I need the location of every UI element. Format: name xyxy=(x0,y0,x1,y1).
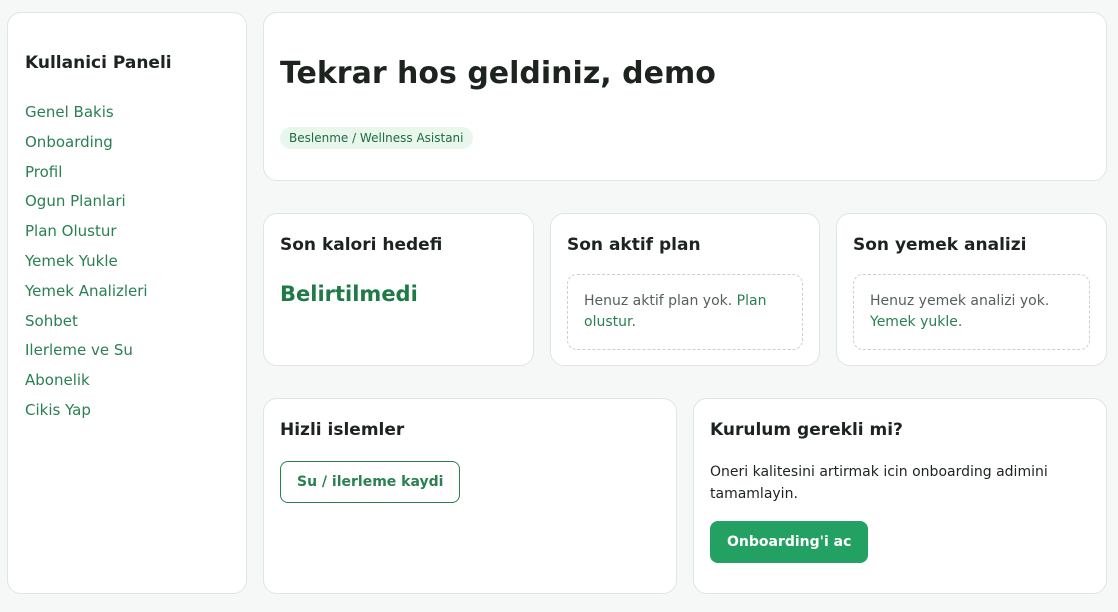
sidebar-item-sohbet[interactable]: Sohbet xyxy=(25,312,229,331)
meal-analysis-empty-state: Henuz yemek analizi yok. Yemek yukle. xyxy=(853,274,1090,350)
meal-analysis-card: Son yemek analizi Henuz yemek analizi yo… xyxy=(836,213,1107,366)
sidebar-item-abonelik[interactable]: Abonelik xyxy=(25,371,229,390)
calorie-target-value: Belirtilmedi xyxy=(280,282,418,306)
sidebar-item-cikis-yap[interactable]: Cikis Yap xyxy=(25,401,229,420)
sidebar-item-profil[interactable]: Profil xyxy=(25,163,229,182)
sidebar-item-ilerleme-ve-su[interactable]: Ilerleme ve Su xyxy=(25,341,229,360)
sidebar: Kullanici Paneli Genel Bakis Onboarding … xyxy=(7,12,247,594)
sidebar-item-ogun-planlari[interactable]: Ogun Planlari xyxy=(25,192,229,211)
active-plan-title: Son aktif plan xyxy=(567,235,701,255)
active-plan-empty-state: Henuz aktif plan yok. Plan olustur. xyxy=(567,274,803,350)
sidebar-item-yemek-yukle[interactable]: Yemek Yukle xyxy=(25,252,229,271)
active-plan-card: Son aktif plan Henuz aktif plan yok. Pla… xyxy=(550,213,820,366)
active-plan-empty-text: Henuz aktif plan yok. xyxy=(584,293,737,309)
open-onboarding-button[interactable]: Onboarding'i ac xyxy=(710,521,869,563)
sidebar-item-onboarding[interactable]: Onboarding xyxy=(25,133,229,152)
quick-actions-title: Hizli islemler xyxy=(280,420,405,440)
active-plan-suffix: . xyxy=(631,314,636,330)
calorie-target-title: Son kalori hedefi xyxy=(280,235,443,255)
setup-title: Kurulum gerekli mi? xyxy=(710,420,903,440)
water-progress-log-button[interactable]: Su / ilerleme kaydi xyxy=(280,461,461,503)
quick-actions-card: Hizli islemler Su / ilerleme kaydi xyxy=(263,398,677,594)
meal-analysis-title: Son yemek analizi xyxy=(853,235,1027,255)
sidebar-nav: Genel Bakis Onboarding Profil Ogun Planl… xyxy=(25,103,229,420)
sidebar-title: Kullanici Paneli xyxy=(25,53,172,73)
sidebar-item-yemek-analizleri[interactable]: Yemek Analizleri xyxy=(25,282,229,301)
sidebar-item-genel-bakis[interactable]: Genel Bakis xyxy=(25,103,229,122)
calorie-target-card: Son kalori hedefi Belirtilmedi xyxy=(263,213,534,366)
app-badge: Beslenme / Wellness Asistani xyxy=(280,127,473,149)
sidebar-item-plan-olustur[interactable]: Plan Olustur xyxy=(25,222,229,241)
page-title: Tekrar hos geldiniz, demo xyxy=(280,56,716,91)
meal-analysis-suffix: . xyxy=(957,314,963,330)
upload-meal-link[interactable]: Yemek yukle xyxy=(870,314,958,330)
setup-card: Kurulum gerekli mi? Oneri kalitesini art… xyxy=(693,398,1107,594)
welcome-card: Tekrar hos geldiniz, demo Beslenme / Wel… xyxy=(263,12,1107,181)
setup-description: Oneri kalitesini artirmak icin onboardin… xyxy=(710,464,1048,502)
meal-analysis-empty-text: Henuz yemek analizi yok. xyxy=(870,293,1050,309)
